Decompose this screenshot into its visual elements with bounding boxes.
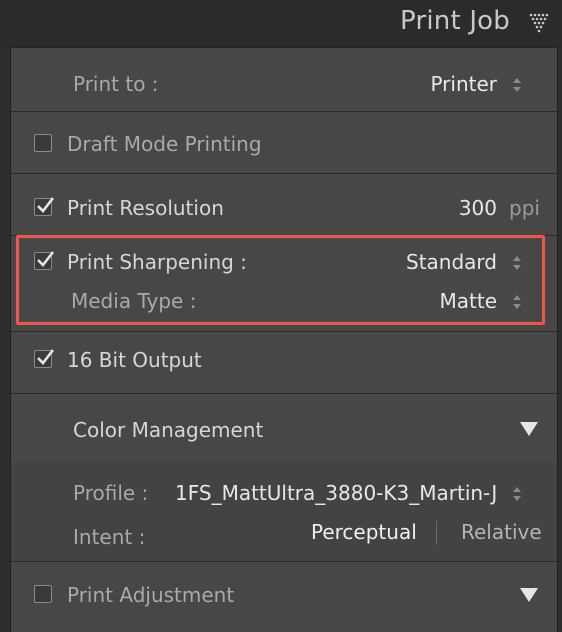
checkmark-icon (37, 197, 55, 213)
panel-header[interactable]: Print Job (0, 0, 562, 46)
profile-value[interactable]: 1FS_MattUltra_3880-K3_Martin-J (175, 481, 497, 505)
color-management-title: Color Management (73, 418, 264, 442)
print-adjustment-row[interactable]: Print Adjustment (11, 561, 557, 632)
checkmark-icon (37, 349, 55, 365)
checkmark-icon (37, 251, 55, 267)
triangle-down-icon[interactable] (519, 421, 539, 437)
media-type-stepper-icon[interactable] (511, 293, 523, 311)
print-resolution-checkbox[interactable] (34, 197, 55, 216)
print-job-panel: Print Job Print to : Printer Draft Mode … (0, 0, 562, 632)
profile-label: Profile : (73, 481, 149, 505)
intent-separator (436, 521, 437, 545)
panel-content: Print to : Printer Draft Mode Printing P… (10, 46, 558, 632)
print-adjustment-checkbox[interactable] (34, 585, 52, 603)
print-resolution-label: Print Resolution (67, 196, 224, 220)
bit-output-checkbox[interactable] (34, 349, 55, 368)
intent-option-relative[interactable]: Relative (461, 520, 542, 544)
color-management-content: Profile : 1FS_MattUltra_3880-K3_Martin-J… (11, 463, 557, 561)
print-resolution-unit: ppi (509, 196, 540, 220)
print-resolution-row: Print Resolution 300 ppi (11, 173, 557, 235)
print-resolution-value[interactable]: 300 (459, 196, 497, 220)
draft-mode-label: Draft Mode Printing (67, 132, 262, 156)
print-adjustment-label: Print Adjustment (67, 583, 235, 607)
print-sharpening-label: Print Sharpening : (67, 250, 247, 274)
panel-title: Print Job (400, 6, 510, 36)
profile-stepper-icon[interactable] (511, 485, 523, 503)
triangle-down-icon[interactable] (519, 587, 539, 603)
print-sharpening-row: Print Sharpening : Standard Media Type :… (11, 235, 557, 331)
print-to-row: Print to : Printer (11, 46, 557, 111)
intent-option-perceptual[interactable]: Perceptual (311, 520, 417, 544)
print-sharpening-stepper-icon[interactable] (511, 254, 523, 272)
bit-output-label: 16 Bit Output (67, 348, 202, 372)
print-to-stepper-icon[interactable] (511, 76, 523, 94)
color-management-header[interactable]: Color Management (11, 393, 557, 463)
panel-collapse-icon[interactable] (528, 12, 550, 34)
draft-mode-row: Draft Mode Printing (11, 111, 557, 173)
media-type-value[interactable]: Matte (440, 289, 498, 313)
media-type-label: Media Type : (71, 289, 197, 313)
print-to-value[interactable]: Printer (430, 72, 497, 96)
bit-output-row: 16 Bit Output (11, 331, 557, 393)
print-sharpening-value[interactable]: Standard (406, 250, 497, 274)
draft-mode-checkbox[interactable] (34, 134, 52, 152)
print-to-label: Print to : (73, 72, 159, 96)
intent-label: Intent : (73, 525, 146, 549)
print-sharpening-checkbox[interactable] (34, 251, 55, 270)
